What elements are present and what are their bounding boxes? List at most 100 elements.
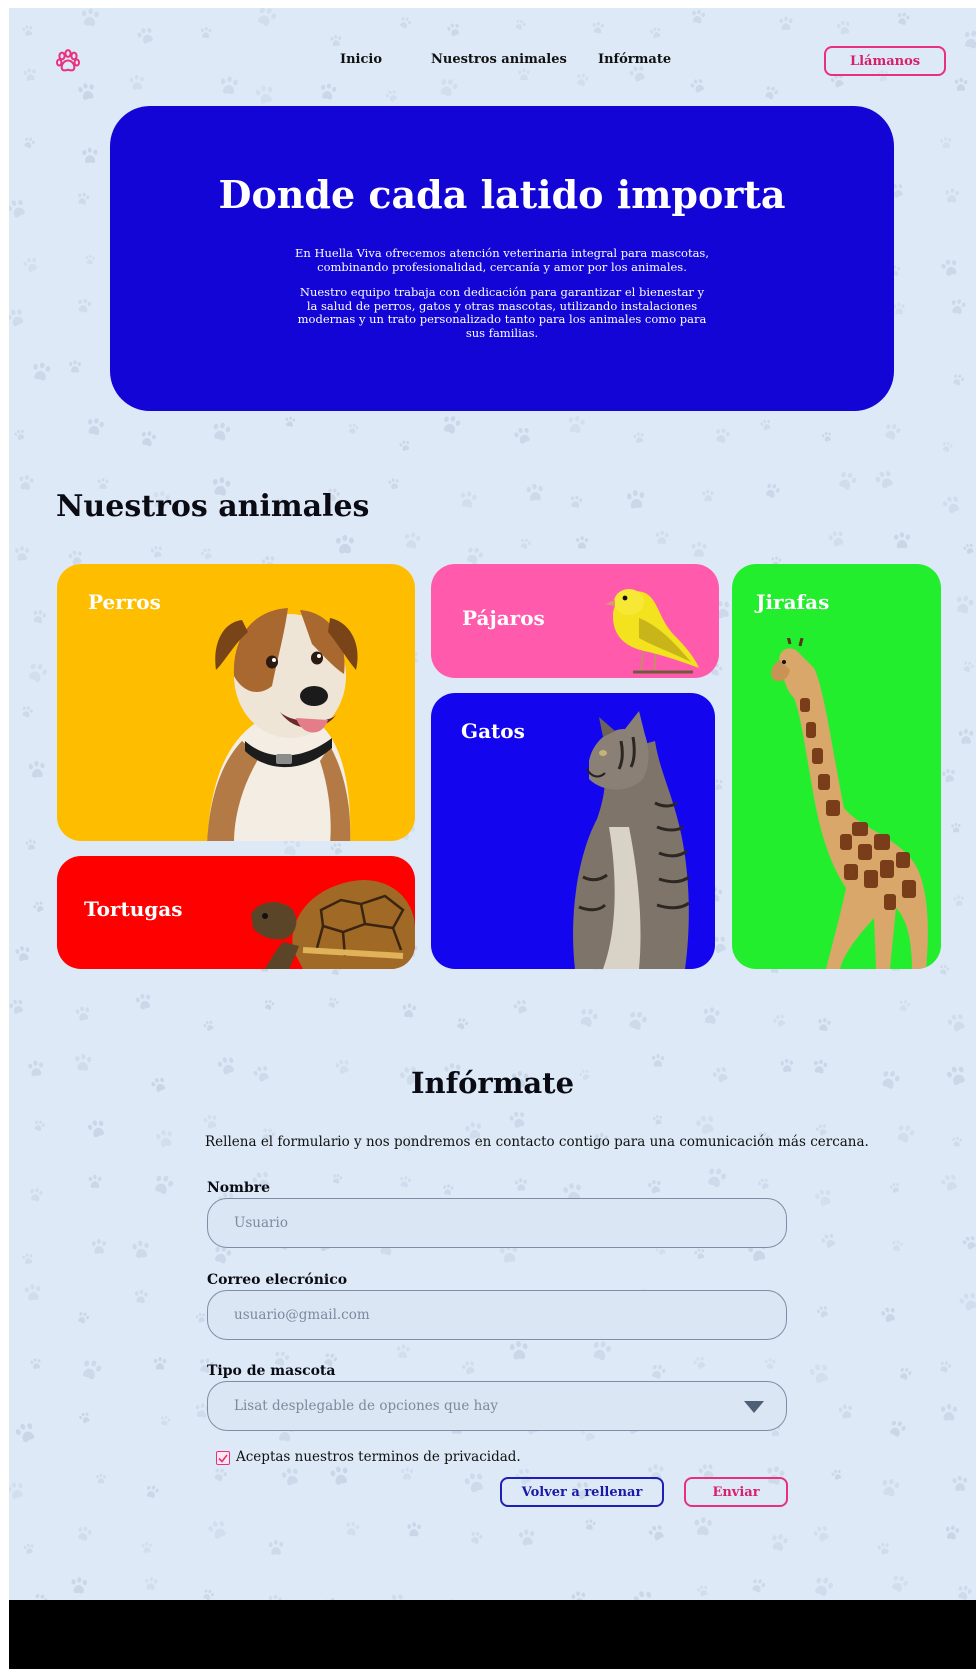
paw-pattern-icon: [516, 535, 533, 552]
paw-pattern-icon: [26, 1185, 46, 1205]
paw-icon[interactable]: [55, 48, 81, 74]
paw-pattern-icon: [383, 1588, 412, 1600]
paw-pattern-icon: [326, 1462, 354, 1490]
paw-pattern-icon: [399, 1002, 419, 1022]
hero-banner: Donde cada latido importa En Huella Viva…: [110, 106, 894, 411]
paw-pattern-icon: [573, 535, 589, 551]
call-button[interactable]: Llámanos: [824, 46, 946, 76]
paw-pattern-icon: [572, 70, 592, 90]
paw-pattern-icon: [28, 1590, 51, 1600]
paw-pattern-icon: [132, 990, 156, 1014]
nav-link-inicio[interactable]: Inicio: [340, 52, 382, 67]
paw-pattern-icon: [76, 1355, 107, 1386]
paw-pattern-icon: [815, 1015, 834, 1034]
paw-pattern-icon: [67, 359, 83, 375]
card-pajaros[interactable]: Pájaros: [431, 564, 719, 678]
email-input[interactable]: [207, 1290, 787, 1340]
nav-link-nuestros-animales[interactable]: Nuestros animales: [431, 52, 567, 67]
paw-pattern-icon: [10, 1417, 42, 1449]
paw-pattern-icon: [947, 296, 969, 318]
paw-pattern-icon: [9, 996, 29, 1019]
card-tortugas[interactable]: Tortugas: [57, 856, 415, 969]
paw-pattern-icon: [700, 1163, 731, 1194]
paw-pattern-icon: [567, 493, 586, 512]
paw-pattern-icon: [9, 1478, 29, 1505]
turtle-image: [251, 880, 415, 969]
paw-pattern-icon: [691, 1515, 715, 1539]
paw-pattern-icon: [386, 476, 402, 492]
paw-pattern-icon: [30, 898, 48, 916]
paw-pattern-icon: [894, 10, 913, 29]
paw-pattern-icon: [937, 255, 963, 281]
paw-pattern-icon: [12, 426, 29, 443]
paw-pattern-icon: [511, 16, 528, 33]
paw-pattern-icon: [690, 1353, 710, 1373]
paw-pattern-icon: [958, 26, 976, 53]
paw-pattern-icon: [140, 1541, 155, 1556]
paw-pattern-icon: [959, 658, 976, 676]
hero-paragraph-2: Nuestro equipo trabaja con dedicación pa…: [297, 285, 707, 340]
paw-pattern-icon: [382, 86, 401, 105]
privacy-checkbox[interactable]: [216, 1451, 230, 1465]
paw-pattern-icon: [512, 1176, 529, 1193]
paw-pattern-icon: [437, 411, 465, 439]
paw-pattern-icon: [18, 703, 36, 721]
paw-pattern-icon: [805, 1358, 836, 1389]
paw-pattern-icon: [622, 1006, 652, 1036]
paw-pattern-icon: [397, 438, 413, 454]
paw-pattern-icon: [200, 1111, 222, 1133]
name-input[interactable]: [207, 1198, 787, 1248]
card-perros[interactable]: Perros: [57, 564, 415, 841]
paw-pattern-icon: [824, 526, 849, 551]
paw-pattern-icon: [251, 81, 279, 109]
paw-pattern-icon: [689, 540, 709, 560]
paw-pattern-icon: [895, 1364, 915, 1384]
reset-button[interactable]: Volver a rellenar: [500, 1477, 664, 1507]
paw-pattern-icon: [19, 253, 43, 277]
paw-pattern-icon: [157, 1414, 172, 1429]
card-gatos[interactable]: Gatos: [431, 693, 715, 969]
paw-pattern-icon: [197, 545, 216, 564]
paw-pattern-icon: [953, 1582, 976, 1600]
paw-pattern-icon: [73, 295, 94, 316]
paw-pattern-icon: [83, 1115, 111, 1143]
paw-pattern-icon: [952, 77, 969, 94]
paw-pattern-icon: [836, 1401, 857, 1422]
paw-pattern-icon: [142, 1482, 162, 1502]
paw-pattern-icon: [28, 1356, 44, 1372]
card-jirafas[interactable]: Jirafas: [732, 564, 941, 969]
paw-pattern-icon: [78, 8, 103, 30]
pet-type-select[interactable]: Lisat desplegable de opciones que hay: [207, 1381, 787, 1431]
paw-pattern-icon: [74, 79, 100, 105]
paw-pattern-icon: [29, 607, 50, 628]
paw-pattern-icon: [766, 1530, 791, 1555]
paw-pattern-icon: [95, 1473, 108, 1486]
paw-pattern-icon: [342, 1518, 363, 1539]
paw-pattern-icon: [820, 430, 835, 445]
paw-pattern-icon: [73, 1003, 94, 1024]
paw-pattern-icon: [329, 1172, 345, 1188]
paw-pattern-icon: [510, 423, 537, 450]
paw-pattern-icon: [938, 134, 954, 150]
animals-section-title: Nuestros animales: [56, 489, 370, 524]
paw-pattern-icon: [939, 439, 956, 456]
paw-pattern-icon: [574, 1003, 603, 1032]
paw-pattern-icon: [201, 1017, 218, 1034]
paw-pattern-icon: [942, 1009, 971, 1038]
paw-pattern-icon: [870, 466, 900, 496]
paw-pattern-icon: [456, 488, 481, 513]
paw-pattern-icon: [22, 1281, 45, 1304]
paw-pattern-icon: [15, 472, 37, 494]
paw-pattern-icon: [834, 17, 855, 38]
card-label-tortugas: Tortugas: [84, 897, 183, 921]
paw-pattern-icon: [623, 487, 649, 513]
paw-pattern-icon: [283, 415, 298, 430]
paw-pattern-icon: [142, 1575, 160, 1593]
paw-pattern-icon: [832, 466, 862, 496]
paw-pattern-icon: [895, 997, 913, 1015]
nav-link-informate[interactable]: Infórmate: [598, 52, 671, 67]
submit-button[interactable]: Enviar: [684, 1477, 788, 1507]
paw-pattern-icon: [89, 1237, 108, 1256]
paw-pattern-icon: [127, 73, 147, 93]
paw-pattern-icon: [885, 1571, 912, 1598]
